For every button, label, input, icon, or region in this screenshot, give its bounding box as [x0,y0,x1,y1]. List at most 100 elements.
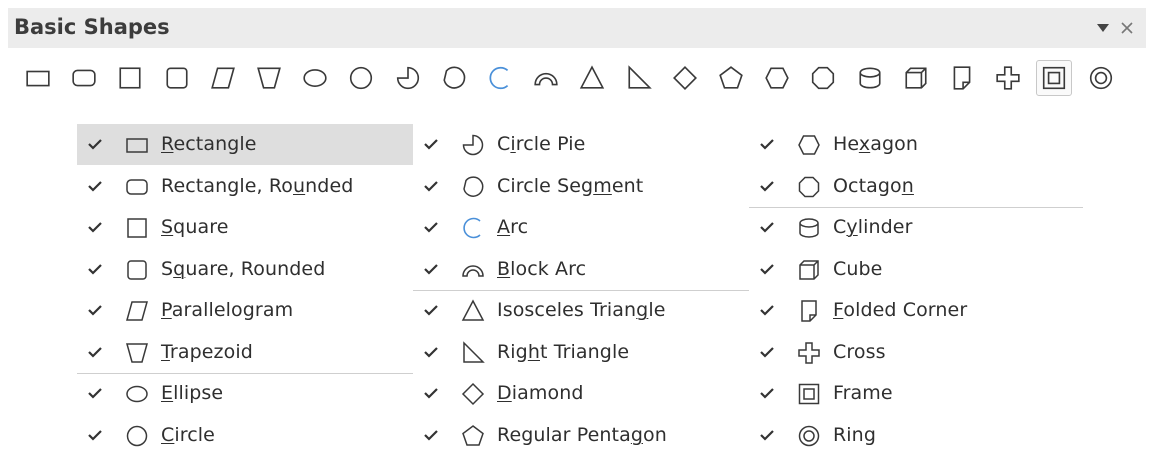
square-icon [125,216,149,240]
menu-item-cube[interactable]: Cube [749,249,1083,290]
menu-item-label: Rectangle [161,133,257,155]
regular-pentagon-icon [461,424,485,448]
menu-item-circle-segment[interactable]: Circle Segment [413,166,749,207]
menu-item-label: Cylinder [833,216,913,238]
menu-item-trapezoid[interactable]: Trapezoid [77,332,413,373]
close-icon[interactable] [1116,17,1138,39]
checkmark-icon [759,261,775,281]
menu-item-label: Hexagon [833,133,918,155]
menu-item-label: Square [161,216,229,238]
menu-separator [77,372,413,374]
toolbar-ring-button[interactable] [1083,60,1119,96]
toolbar-isosceles-triangle-button[interactable] [574,60,610,96]
toolbar-circle-segment-button[interactable] [436,60,472,96]
toolbar-ellipse-button[interactable] [297,60,333,96]
menu-item-block-arc[interactable]: Block Arc [413,249,749,290]
toolbar-cube-button[interactable] [898,60,934,96]
menu-item-ring[interactable]: Ring [749,415,1083,456]
menu-item-label: Block Arc [497,257,587,280]
folded-corner-icon [797,299,821,323]
circle-segment-icon [441,65,467,91]
checkmark-icon [87,385,103,405]
checkmark-icon [759,178,775,198]
menu-item-regular-pentagon[interactable]: Regular Pentagon [413,415,749,456]
toolbar-square-button[interactable] [112,60,148,96]
checkmark-icon [759,385,775,405]
toolbar-frame-button[interactable] [1036,60,1073,96]
block-arc-icon [461,258,485,282]
menu-item-label: Ring [833,423,876,446]
checkmark-icon [87,344,103,364]
ring-icon [1088,65,1114,91]
ellipse-icon [125,382,149,406]
trapezoid-icon [125,341,149,365]
parallelogram-icon [210,65,236,91]
checkmark-icon [87,302,103,322]
checkmark-icon [759,136,775,156]
toolbar-arc-button[interactable] [482,60,518,96]
menu-item-octagon[interactable]: Octagon [749,166,1083,207]
menu-item-rectangle[interactable]: Rectangle [77,124,413,165]
menu-item-label: Square, Rounded [161,257,326,280]
toolbar-regular-pentagon-button[interactable] [713,60,749,96]
toolbar-rectangle-rounded-button[interactable] [66,60,102,96]
checkmark-icon [87,427,103,447]
menu-item-label: Cube [833,257,883,280]
triangle-down-icon[interactable] [1092,17,1114,39]
toolbar-titlebar: Basic Shapes [8,8,1146,48]
octagon-icon [797,175,821,199]
parallelogram-icon [125,299,149,323]
menu-item-square-rounded[interactable]: Square, Rounded [77,249,413,290]
checkmark-icon [759,344,775,364]
menu-item-folded-corner[interactable]: Folded Corner [749,290,1083,331]
toolbar-diamond-button[interactable] [667,60,703,96]
menu-item-circle[interactable]: Circle [77,415,413,456]
menu-item-cross[interactable]: Cross [749,332,1083,373]
menu-item-label: Isosceles Triangle [497,299,666,321]
shapes-visibility-menu: Rectangle Rectangle, Rounded Square Square,… [77,124,1089,473]
menu-item-rectangle-rounded[interactable]: Rectangle, Rounded [77,166,413,207]
menu-item-isosceles-triangle[interactable]: Isosceles Triangle [413,290,749,331]
hexagon-icon [764,65,790,91]
checkmark-icon [423,219,439,239]
toolbar-octagon-button[interactable] [805,60,841,96]
toolbar-circle-pie-button[interactable] [390,60,426,96]
menu-item-parallelogram[interactable]: Parallelogram [77,290,413,331]
menu-item-frame[interactable]: Frame [749,373,1083,414]
toolbar-square-rounded-button[interactable] [159,60,195,96]
checkmark-icon [423,385,439,405]
menu-item-diamond[interactable]: Diamond [413,373,749,414]
diamond-icon [672,65,698,91]
cube-icon [903,65,929,91]
regular-pentagon-icon [718,65,744,91]
isosceles-triangle-icon [461,299,485,323]
circle-pie-icon [395,65,421,91]
menu-item-arc[interactable]: Arc [413,207,749,248]
arc-icon [487,65,513,91]
menu-item-label: Arc [497,216,529,238]
rectangle-rounded-icon [71,65,97,91]
arc-icon [461,216,485,240]
toolbar-right-triangle-button[interactable] [621,60,657,96]
cylinder-icon [797,216,821,240]
toolbar-block-arc-button[interactable] [528,60,564,96]
menu-item-right-triangle[interactable]: Right Triangle [413,332,749,373]
menu-item-label: Octagon [833,174,914,197]
toolbar-cross-button[interactable] [990,60,1026,96]
toolbar-rectangle-button[interactable] [20,60,56,96]
menu-item-ellipse[interactable]: Ellipse [77,373,413,414]
toolbar-cylinder-button[interactable] [852,60,888,96]
toolbar-parallelogram-button[interactable] [205,60,241,96]
menu-item-square[interactable]: Square [77,207,413,248]
toolbar-hexagon-button[interactable] [759,60,795,96]
checkmark-icon [87,219,103,239]
toolbar-circle-button[interactable] [343,60,379,96]
shape-button-row [8,48,1146,114]
menu-item-circle-pie[interactable]: Circle Pie [413,124,749,165]
menu-item-label: Cross [833,340,886,363]
toolbar-folded-corner-button[interactable] [944,60,980,96]
checkmark-icon [87,178,103,198]
menu-item-cylinder[interactable]: Cylinder [749,207,1083,248]
menu-item-hexagon[interactable]: Hexagon [749,124,1083,165]
toolbar-trapezoid-button[interactable] [251,60,287,96]
